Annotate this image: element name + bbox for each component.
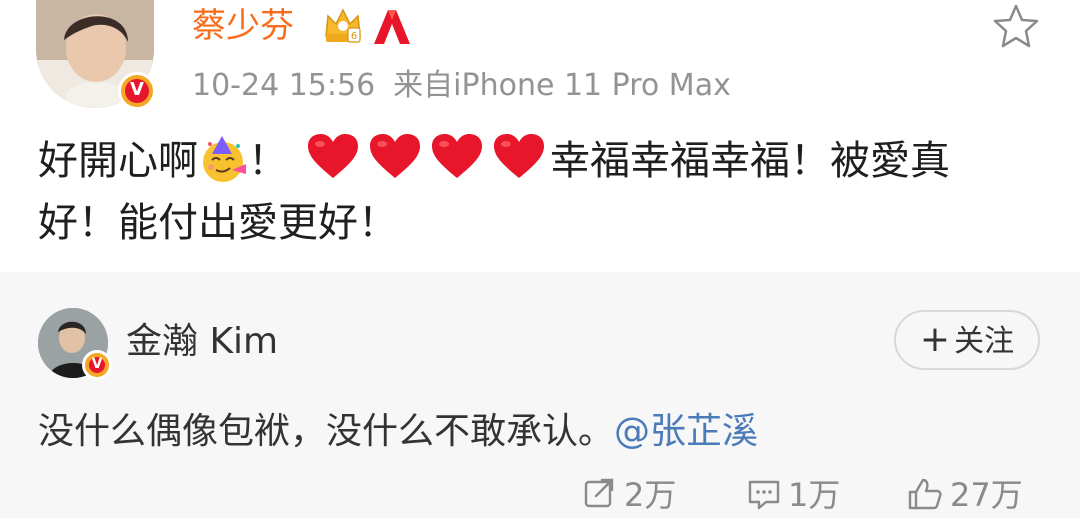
heart-icon [306, 132, 360, 182]
repost-card[interactable]: V 金瀚 Kim +关注 没什么偶像包袱，没什么不敢承认。@张芷溪 2万 1万 [0, 272, 1080, 518]
repost-avatar-wrap[interactable]: V [38, 308, 112, 380]
follow-button-label: 关注 [954, 324, 1015, 359]
mention-link[interactable]: @张芷溪 [614, 411, 758, 452]
plus-icon: + [919, 319, 951, 360]
verified-badge-label: V [130, 79, 144, 100]
share-icon [584, 478, 614, 508]
comment-count: 1万 [788, 476, 841, 514]
heart-icon [492, 132, 546, 182]
comment-icon [748, 480, 780, 510]
share-count: 2万 [624, 476, 677, 514]
author-avatar-wrap[interactable]: V [36, 0, 156, 110]
party-face-icon [198, 134, 248, 184]
rank-icon [370, 8, 412, 46]
share-button[interactable]: 2万 [582, 472, 676, 518]
repost-text: 没什么偶像包袱，没什么不敢承认。@张芷溪 [38, 404, 758, 460]
comment-button[interactable]: 1万 [746, 472, 840, 518]
post-timestamp: 10-24 15:56 [192, 68, 376, 103]
repost-author-name[interactable]: 金瀚 Kim [126, 316, 278, 368]
post-text-part4: 好！能付出愛更好！ [38, 200, 398, 246]
favorite-button[interactable] [990, 2, 1042, 52]
post-meta: 10-24 15:56 来自iPhone 11 Pro Max [192, 64, 731, 108]
crown-icon: 6 [322, 6, 364, 46]
post-text-part3: 幸福幸福幸福！被愛真 [550, 138, 950, 184]
post-text: 好開心啊 ！ 幸福幸福幸福！被愛真好！能付出愛更好！ [38, 130, 1038, 254]
heart-icon [430, 132, 484, 182]
post-text-part1: 好開心啊 [38, 138, 198, 184]
post-text-part2: ！ [248, 138, 288, 184]
action-bar: 2万 1万 27万 [0, 472, 1080, 518]
author-name[interactable]: 蔡少芬 [192, 2, 294, 50]
heart-icon [368, 132, 422, 182]
verified-badge-label: V [91, 356, 103, 372]
svg-text:6: 6 [351, 31, 357, 42]
like-count: 27万 [950, 476, 1023, 514]
like-icon [908, 478, 942, 510]
verified-badge: V [82, 350, 112, 380]
verified-badge: V [118, 72, 156, 110]
follow-button[interactable]: + 关注 [894, 310, 1040, 370]
repost-text-body: 没什么偶像包袱，没什么不敢承认。 [38, 411, 615, 452]
like-button[interactable]: 27万 [906, 472, 1023, 518]
star-icon [993, 4, 1039, 48]
post-source: 来自iPhone 11 Pro Max [393, 68, 731, 103]
post-card: V 蔡少芬 6 10-24 15:56 来自iPhone 11 Pro Max 好… [0, 0, 1080, 272]
